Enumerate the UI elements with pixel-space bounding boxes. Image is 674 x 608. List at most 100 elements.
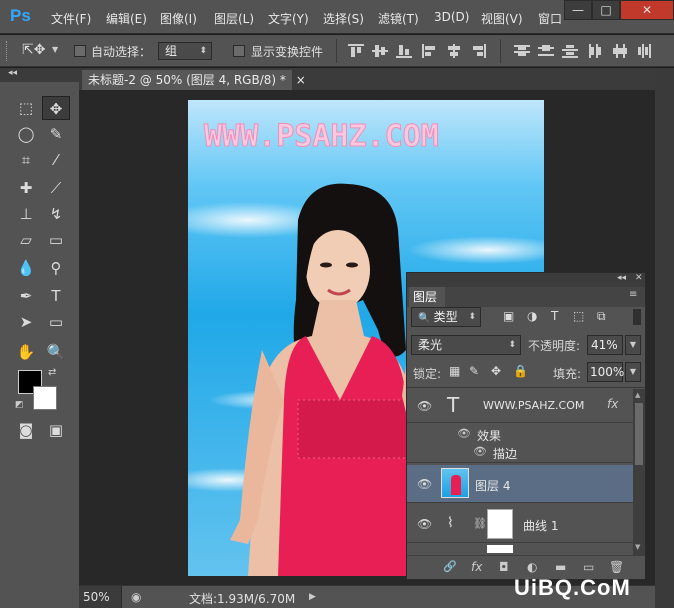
- new-adjustment-icon[interactable]: ◐: [527, 560, 537, 574]
- menu-layer[interactable]: 图层(L): [214, 10, 254, 27]
- layer-name[interactable]: 曲线 1: [523, 517, 558, 534]
- close-panel-icon[interactable]: ✕: [635, 273, 643, 283]
- chain-link-icon[interactable]: ⛓: [473, 517, 487, 530]
- menu-edit[interactable]: 编辑(E): [106, 10, 147, 27]
- collapse-icon[interactable]: ◂◂: [8, 68, 17, 78]
- visibility-eye-icon[interactable]: 👁: [417, 477, 432, 491]
- layer-row-adjustment[interactable]: 👁 ⌇ ⛓ 曲线 1: [407, 505, 633, 543]
- opacity-input[interactable]: 41%: [587, 335, 623, 355]
- layer-fx-icon[interactable]: fx: [607, 397, 618, 411]
- distribute-left-icon[interactable]: [588, 44, 604, 58]
- filter-toggle[interactable]: [633, 309, 641, 325]
- scroll-down-icon[interactable]: ▼: [635, 543, 640, 551]
- tab-layers[interactable]: 图层: [409, 287, 445, 307]
- new-group-icon[interactable]: ▬: [555, 560, 566, 574]
- align-right-icon[interactable]: [470, 44, 486, 58]
- quick-mask-icon[interactable]: ◙: [12, 418, 40, 442]
- layers-scrollbar[interactable]: ▲ ▼: [633, 389, 645, 555]
- visibility-eye-icon[interactable]: 👁: [417, 399, 432, 413]
- filter-shape-icon[interactable]: ⬚: [573, 309, 584, 323]
- align-left-icon[interactable]: [422, 44, 438, 58]
- move-tool-preset-icon[interactable]: ⇱✥: [22, 42, 45, 58]
- lock-position-icon[interactable]: ✥: [491, 364, 501, 378]
- share-icon[interactable]: ◉: [131, 590, 141, 604]
- path-selection-tool-icon[interactable]: ➤: [12, 310, 40, 334]
- background-color-swatch[interactable]: [33, 386, 57, 410]
- effects-eye-icon[interactable]: 👁: [457, 427, 471, 440]
- lock-pixels-icon[interactable]: ✎: [469, 364, 479, 378]
- history-brush-tool-icon[interactable]: ↯: [42, 202, 70, 226]
- blend-mode-dropdown[interactable]: 柔光 ⬍: [411, 335, 521, 355]
- layer-filter-dropdown[interactable]: 🔍 类型 ⬍: [411, 307, 481, 327]
- panel-menu-icon[interactable]: ≡: [629, 289, 637, 300]
- zoom-tool-icon[interactable]: 🔍: [42, 340, 70, 364]
- layer-row-selected[interactable]: 👁 图层 4: [407, 465, 633, 503]
- healing-brush-tool-icon[interactable]: ✚: [12, 176, 40, 200]
- eyedropper-tool-icon[interactable]: ⁄: [42, 148, 70, 172]
- menu-filter[interactable]: 滤镜(T): [378, 10, 419, 27]
- lock-transparent-icon[interactable]: ▦: [449, 364, 460, 378]
- align-top-icon[interactable]: [348, 44, 364, 58]
- quick-selection-tool-icon[interactable]: ✎: [42, 122, 70, 146]
- layer-mask-thumbnail[interactable]: [487, 509, 513, 539]
- align-hcenter-icon[interactable]: [446, 44, 462, 58]
- restore-button[interactable]: □: [592, 0, 620, 20]
- distribute-bottom-icon[interactable]: [562, 44, 578, 58]
- filter-smart-object-icon[interactable]: ⧉: [597, 309, 606, 324]
- document-tab[interactable]: 未标题-2 @ 50% (图层 4, RGB/8) * ×: [82, 70, 306, 90]
- clone-stamp-tool-icon[interactable]: ⊥: [12, 202, 40, 226]
- layer-name[interactable]: WWW.PSAHZ.COM: [483, 399, 584, 412]
- hand-tool-icon[interactable]: ✋: [12, 340, 40, 364]
- scroll-up-icon[interactable]: ▲: [635, 391, 640, 399]
- fill-input[interactable]: 100%: [587, 362, 624, 382]
- menu-type[interactable]: 文字(Y): [268, 10, 309, 27]
- brush-tool-icon[interactable]: ⟋: [42, 176, 70, 200]
- layer-name[interactable]: 图层 4: [475, 477, 510, 494]
- layer-effects-row[interactable]: 👁 效果: [407, 425, 633, 443]
- zoom-field[interactable]: 50%: [79, 586, 122, 608]
- menu-view[interactable]: 视图(V): [481, 10, 523, 27]
- menu-window[interactable]: 窗口: [538, 10, 562, 27]
- delete-layer-icon[interactable]: 🗑: [609, 560, 624, 574]
- stroke-eye-icon[interactable]: 👁: [473, 445, 487, 458]
- dodge-tool-icon[interactable]: ⚲: [42, 256, 70, 280]
- auto-select-checkbox[interactable]: [74, 45, 86, 57]
- swap-colors-icon[interactable]: ⇄: [48, 367, 56, 378]
- chevron-down-icon[interactable]: ▼: [52, 45, 58, 54]
- menu-image[interactable]: 图像(I): [160, 10, 197, 27]
- scroll-thumb[interactable]: [635, 403, 643, 465]
- collapse-icon[interactable]: ◂◂: [617, 273, 626, 283]
- layer-row-text[interactable]: 👁 T WWW.PSAHZ.COM fx: [407, 389, 633, 423]
- add-mask-icon[interactable]: ◘: [499, 560, 509, 574]
- filter-type-icon[interactable]: T: [551, 309, 558, 323]
- menu-select[interactable]: 选择(S): [323, 10, 364, 27]
- close-tab-icon[interactable]: ×: [296, 73, 306, 87]
- lock-all-icon[interactable]: 🔒: [513, 364, 528, 378]
- distribute-right-icon[interactable]: [636, 44, 652, 58]
- pen-tool-icon[interactable]: ✒: [12, 284, 40, 308]
- menu-file[interactable]: 文件(F): [51, 10, 91, 27]
- distribute-top-icon[interactable]: [514, 44, 530, 58]
- distribute-vcenter-icon[interactable]: [538, 44, 554, 58]
- status-menu-arrow-icon[interactable]: ▶: [309, 592, 316, 602]
- close-button[interactable]: ✕: [620, 0, 674, 20]
- blur-tool-icon[interactable]: 💧: [12, 256, 40, 280]
- type-tool-icon[interactable]: T: [42, 284, 70, 308]
- minimize-button[interactable]: —: [564, 0, 592, 20]
- crop-tool-icon[interactable]: ⌗: [12, 148, 40, 172]
- link-layers-icon[interactable]: 🔗: [443, 560, 457, 573]
- gradient-tool-icon[interactable]: ▭: [42, 228, 70, 252]
- default-colors-icon[interactable]: ◩: [15, 400, 24, 410]
- add-fx-icon[interactable]: fx: [471, 560, 482, 574]
- filter-pixel-icon[interactable]: ▣: [503, 309, 514, 323]
- distribute-hcenter-icon[interactable]: [612, 44, 628, 58]
- align-bottom-icon[interactable]: [396, 44, 412, 58]
- menu-3d[interactable]: 3D(D): [434, 10, 469, 24]
- screen-mode-icon[interactable]: ▣: [42, 418, 70, 442]
- new-layer-icon[interactable]: ▭: [583, 560, 594, 574]
- align-vcenter-icon[interactable]: [372, 44, 388, 58]
- rectangle-tool-icon[interactable]: ▭: [42, 310, 70, 334]
- lasso-tool-icon[interactable]: ◯: [12, 122, 40, 146]
- eraser-tool-icon[interactable]: ▱: [12, 228, 40, 252]
- opacity-slider-arrow-icon[interactable]: ▼: [625, 335, 641, 355]
